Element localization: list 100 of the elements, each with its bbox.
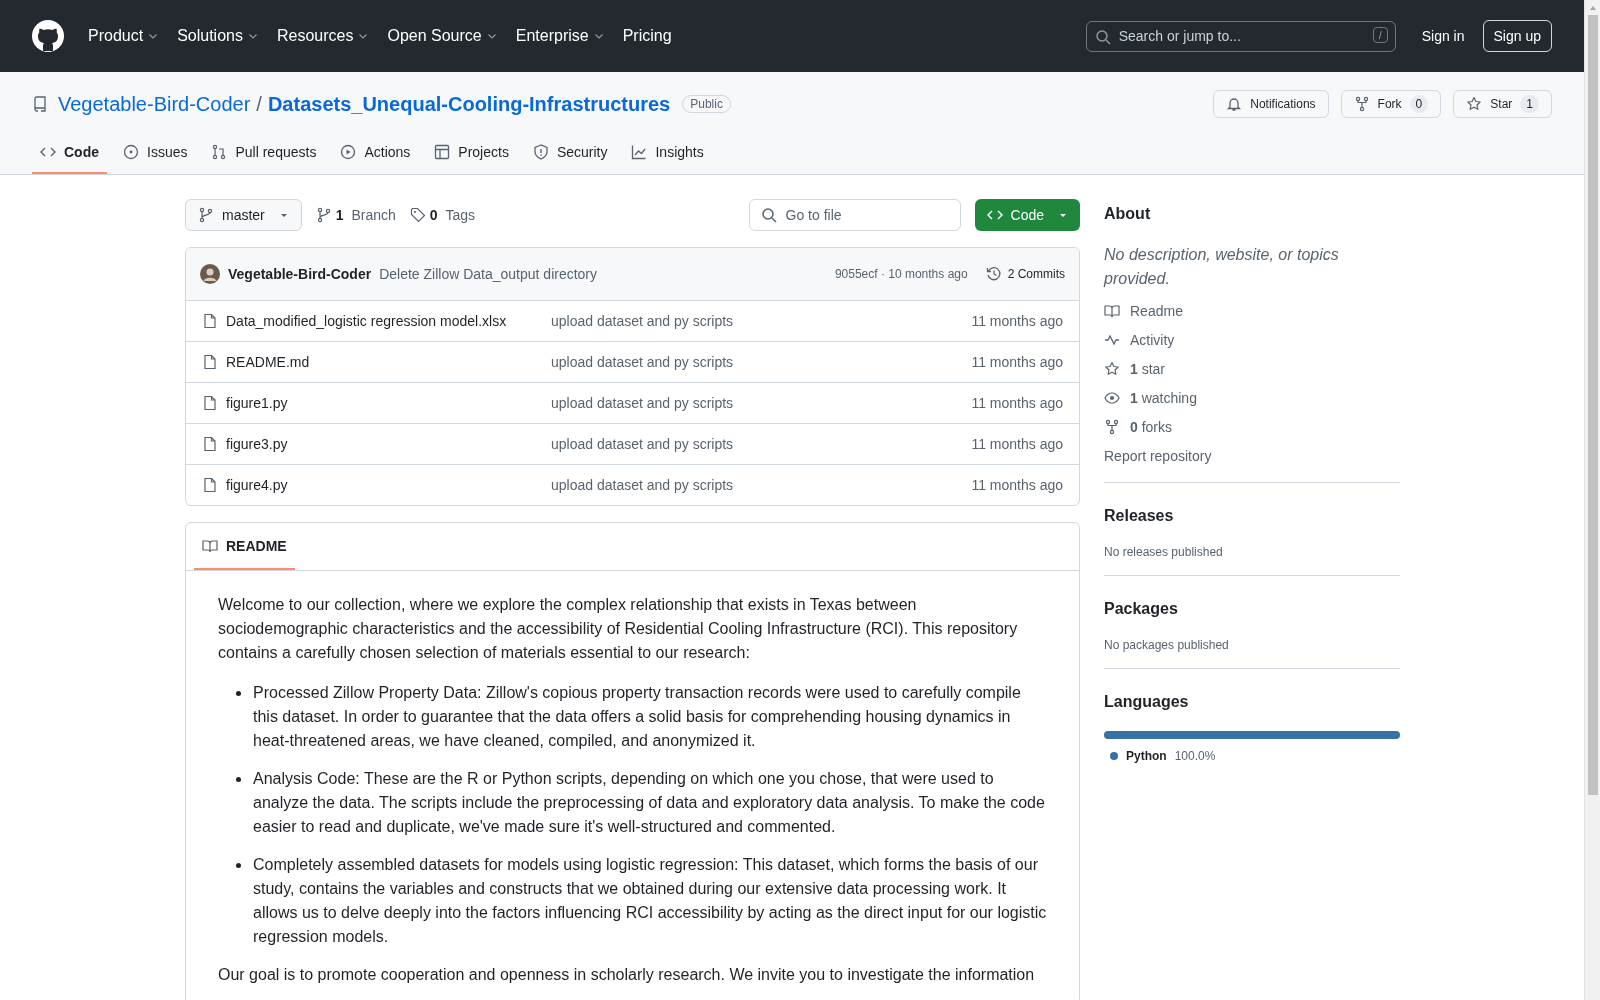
search-icon [760, 207, 777, 223]
owner-link[interactable]: Vegetable-Bird-Coder [58, 92, 251, 116]
report-repository-link[interactable]: Report repository [1104, 448, 1400, 483]
commits-link[interactable]: 2 Commits [985, 266, 1065, 282]
nav-menu[interactable]: Open Source [379, 27, 506, 45]
commit-time: 11 months ago [971, 436, 1063, 452]
file-icon [202, 313, 218, 329]
shortcut-key: / [1372, 26, 1388, 43]
nav-menu[interactable]: Solutions [169, 27, 267, 45]
language-percent: 100.0% [1174, 749, 1216, 763]
about-link[interactable]: Readme [1104, 303, 1400, 319]
sign-in-link[interactable]: Sign in [1421, 28, 1465, 44]
repo-tab[interactable]: Pull requests [203, 144, 325, 174]
nav-menu[interactable]: Enterprise [507, 27, 613, 45]
branches-link[interactable]: 1 Branch [315, 207, 396, 223]
commit-message-link[interactable]: upload dataset and py scripts [551, 395, 972, 411]
repo-description: No description, website, or topics provided. [1104, 245, 1340, 289]
about-link[interactable]: 1 star [1104, 361, 1400, 377]
repo-name-link[interactable]: Datasets_Unequal-Cooling-Infrastructures [267, 92, 671, 116]
commit-time: 11 months ago [971, 477, 1063, 493]
octocat-logo-icon[interactable] [32, 20, 64, 52]
branch-select[interactable]: master [185, 199, 302, 231]
file-name-link[interactable]: figure1.py [226, 395, 551, 411]
book-icon [1104, 303, 1120, 319]
fork-button[interactable]: Fork 0 [1340, 90, 1442, 118]
commit-message-link[interactable]: upload dataset and py scripts [551, 313, 972, 329]
list-item-text: Completely assembled datasets for models using logistic regression: This dataset, which forms the basis of our study, contains the variables and constructs that we obtained during our extensive data processing work. It allows us to delve deeply into the factors influencing RCI accessibility by acting as the direct input for our logistic regression models. [253, 855, 1047, 947]
file-name-link[interactable]: figure3.py [226, 436, 551, 452]
repo-tab[interactable]: Code [32, 144, 107, 174]
file-icon [202, 477, 218, 493]
file-name-link[interactable]: figure4.py [226, 477, 551, 493]
commit-hash-time: 9055ecf · 10 months ago [834, 267, 968, 281]
repo-tab[interactable]: Insights [623, 144, 712, 174]
circle-dot-icon [123, 144, 139, 160]
nav-menu[interactable]: Pricing [614, 27, 680, 45]
commit-message-link[interactable]: Delete Zillow Data_output directory [379, 266, 598, 282]
section-heading: Packages [1104, 600, 1179, 618]
counter: 0 [1409, 95, 1429, 113]
search-icon [1094, 28, 1111, 45]
scrollbar[interactable] [1584, 0, 1600, 1000]
nav-menu[interactable]: Resources [268, 27, 378, 45]
graph-icon [631, 144, 648, 160]
commit-message-link[interactable]: upload dataset and py scripts [551, 436, 972, 452]
list-item-text: Analysis Code: These are the R or Python scripts, depending on which one you chose, that were used to analyze the data. The scripts include the preprocessing of data and exploratory data analysis. To make the code easier to read and duplicate, we've made sure it's well-structured and commented. [253, 769, 1046, 837]
book-icon [202, 537, 218, 554]
readme-paragraph: Our goal is to promote cooperation and openness in scholarly research. We invite you to investigate the information [218, 965, 1036, 985]
pull-request-icon [211, 144, 228, 160]
tags-link[interactable]: 0 Tags [409, 207, 476, 223]
repo-tab[interactable]: Security [524, 144, 616, 174]
file-icon [202, 354, 218, 370]
about-link[interactable]: 1 watching [1104, 390, 1400, 406]
language-link[interactable]: Python [1126, 749, 1167, 763]
file-name-link[interactable]: README.md [226, 354, 551, 370]
fork-icon [1104, 419, 1120, 435]
notifications-button[interactable]: Notifications [1213, 90, 1329, 118]
commit-message-link[interactable]: upload dataset and py scripts [551, 477, 972, 493]
repo-tab[interactable]: Actions [332, 144, 419, 174]
fork-icon [1353, 96, 1370, 112]
counter: 1 [1520, 95, 1539, 113]
code-button[interactable]: Code [974, 199, 1080, 231]
repo-icon [32, 96, 48, 112]
table-icon [434, 144, 451, 160]
avatar-icon [200, 264, 220, 284]
scroll-thumb[interactable] [1587, 15, 1598, 795]
history-icon [985, 266, 1002, 282]
star-button[interactable]: Star 1 [1453, 90, 1552, 118]
commit-message-link[interactable]: upload dataset and py scripts [551, 354, 972, 370]
commit-time: 11 months ago [971, 395, 1063, 411]
go-to-file-field[interactable]: Go to file [748, 199, 961, 231]
repo-tab[interactable]: Projects [426, 144, 517, 174]
about-link[interactable]: 0 forks [1104, 419, 1400, 435]
file-name-link[interactable]: Data_modified_logistic regression model.xlsx [226, 313, 551, 329]
bullet-icon [236, 863, 241, 868]
languages-heading: Languages [1104, 693, 1190, 711]
shield-icon [532, 144, 549, 160]
commit-author-link[interactable]: Vegetable-Bird-Coder [228, 266, 372, 282]
commit-time: 11 months ago [971, 313, 1063, 329]
about-heading: About [1104, 205, 1152, 223]
about-link[interactable]: Activity [1104, 332, 1400, 348]
section-note: No releases published [1104, 545, 1224, 559]
branch-icon [315, 207, 332, 223]
eye-icon [1104, 390, 1120, 406]
star-icon [1104, 361, 1120, 377]
readme-tab[interactable]: README [194, 523, 295, 570]
bell-icon [1226, 96, 1243, 112]
tag-icon [409, 207, 426, 223]
bullet-icon [236, 691, 241, 696]
readme-paragraph: Welcome to our collection, where we explore the complex relationship that exists in Texas between sociodemographic characteristics and the accessibility of Residential Cooling Infrastructure (RCI). This repository contains a carefully chosen selection of materials essential to our research: [218, 595, 1019, 663]
file-icon [202, 395, 218, 411]
repo-tab[interactable]: Issues [115, 144, 196, 174]
section-heading: Releases [1104, 507, 1175, 525]
path-separator: / [256, 92, 262, 116]
star-icon [1466, 96, 1483, 112]
bullet-icon [236, 777, 241, 782]
nav-menu[interactable]: Product [80, 27, 168, 45]
branch-icon [198, 207, 214, 223]
section-note: No packages published [1104, 638, 1230, 652]
file-icon [202, 436, 218, 452]
sign-up-button[interactable]: Sign up [1482, 20, 1552, 52]
play-icon [340, 144, 357, 160]
